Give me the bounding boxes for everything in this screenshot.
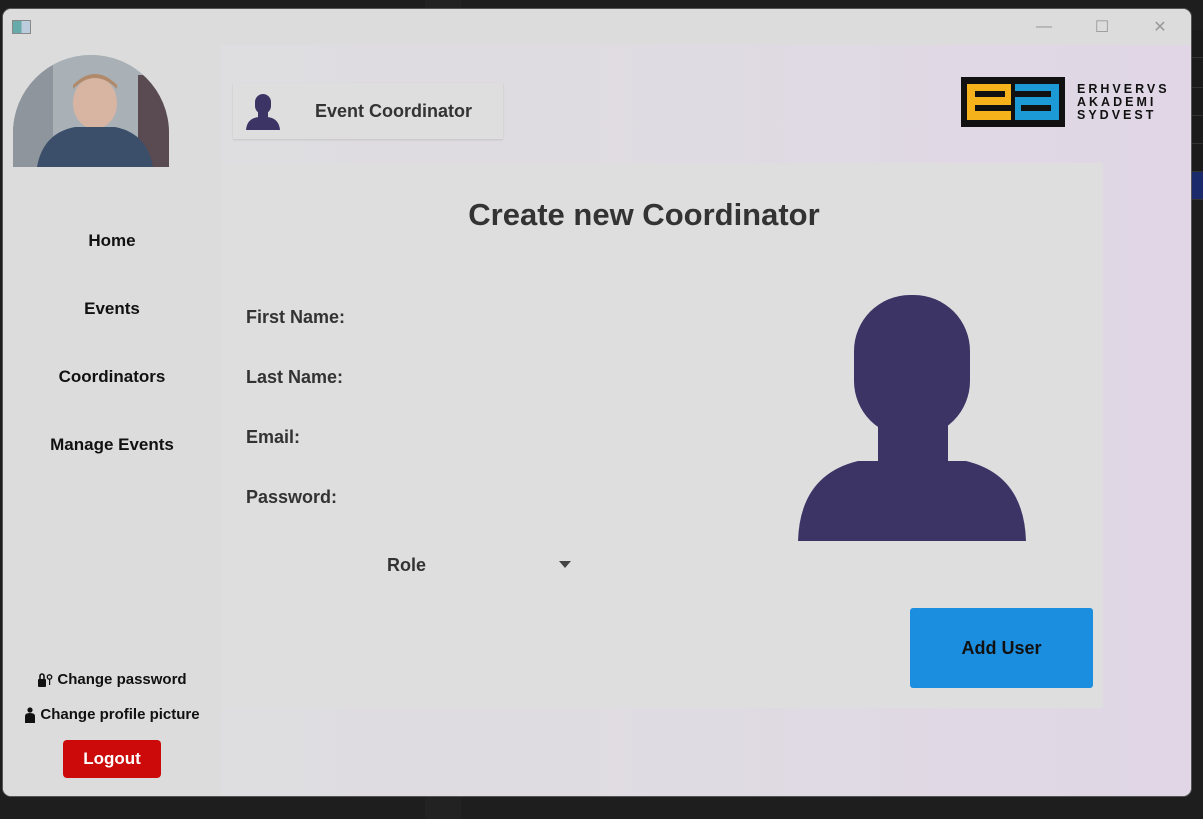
add-user-button[interactable]: Add User	[910, 608, 1093, 688]
role-dropdown-label: Role	[387, 554, 427, 575]
profile-photo	[13, 55, 169, 167]
current-role-chip: Event Coordinator	[233, 83, 503, 139]
change-profile-picture-link[interactable]: Change profile picture	[3, 706, 221, 723]
change-password-label: Change password	[57, 671, 187, 688]
chevron-down-icon	[559, 561, 571, 568]
email-field[interactable]	[351, 423, 745, 453]
logout-button[interactable]: Logout	[63, 740, 161, 778]
first-name-label: First Name:	[246, 307, 346, 327]
password-label: Password:	[246, 487, 338, 507]
nav-events[interactable]: Events	[3, 299, 221, 319]
person-icon	[25, 706, 36, 723]
profile-avatar	[13, 55, 169, 167]
last-name-field[interactable]	[351, 363, 745, 393]
sidebar: Home Events Coordinators Manage Events C…	[3, 45, 221, 796]
password-field[interactable]	[351, 483, 745, 513]
erhvervsakademi-logo: ERHVERVS AKADEMI SYDVEST	[961, 77, 1173, 127]
create-coordinator-panel: Create new Coordinator First Name: Last …	[221, 163, 1103, 708]
page-title: Create new Coordinator	[468, 197, 820, 232]
role-dropdown[interactable]: Role	[371, 548, 571, 582]
first-name-field[interactable]	[351, 303, 745, 333]
logo-line: SYDVEST	[1077, 107, 1157, 122]
maximize-button[interactable]: ☐	[1079, 9, 1125, 45]
app-icon	[12, 20, 31, 34]
current-role-label: Event Coordinator	[315, 100, 473, 121]
title-bar: — ☐ ✕	[3, 9, 1191, 45]
close-button[interactable]: ✕	[1137, 9, 1183, 45]
last-name-label: Last Name:	[246, 367, 344, 387]
logo-line: AKADEMI	[1077, 94, 1157, 109]
ea-logo-icon	[967, 84, 1059, 120]
nav-manage-events[interactable]: Manage Events	[3, 435, 221, 455]
nav-coordinators[interactable]: Coordinators	[3, 367, 221, 387]
app-window: — ☐ ✕ Home Events Coordinators Manage Ev…	[3, 9, 1191, 796]
nav-home[interactable]: Home	[3, 231, 221, 251]
main-content: Home Events Coordinators Manage Events C…	[3, 45, 1191, 796]
user-silhouette-icon	[246, 94, 280, 130]
email-label: Email:	[246, 427, 301, 447]
profile-placeholder-icon	[798, 295, 1026, 541]
minimize-button[interactable]: —	[1021, 9, 1067, 45]
logo-mark	[961, 77, 1065, 127]
change-profile-picture-label: Change profile picture	[40, 706, 200, 723]
logo-text: ERHVERVS AKADEMI SYDVEST	[1077, 81, 1170, 122]
logo-line: ERHVERVS	[1077, 81, 1170, 96]
change-password-link[interactable]: Change password	[3, 671, 221, 688]
lock-key-icon	[38, 672, 53, 687]
